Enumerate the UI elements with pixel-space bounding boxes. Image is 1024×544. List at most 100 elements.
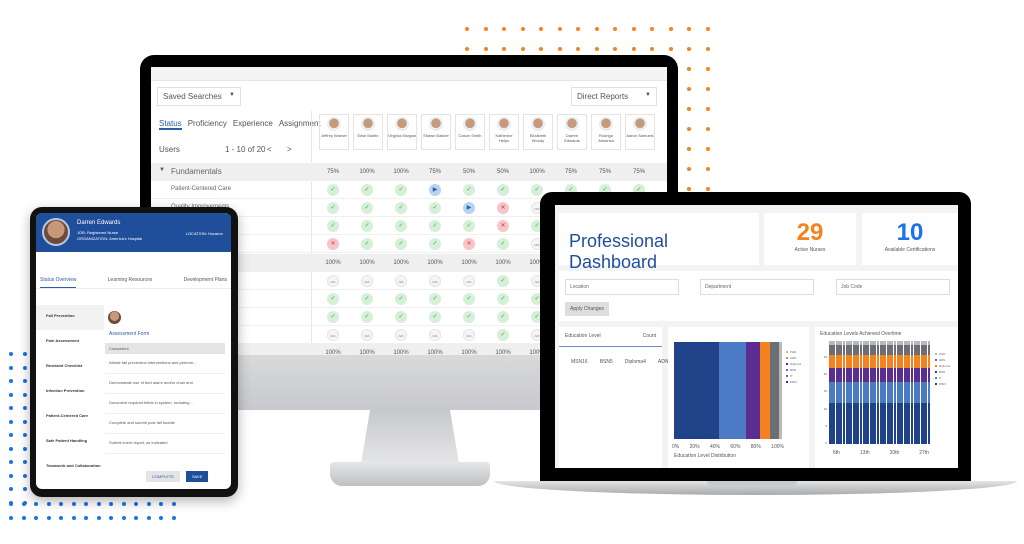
check-icon[interactable]: ✓	[361, 220, 373, 233]
x-icon[interactable]: ✕	[463, 238, 475, 251]
person-card[interactable]: Cason Smith	[455, 114, 485, 150]
tab-proficiency[interactable]: Proficiency	[188, 119, 227, 130]
person-card[interactable]: Virginia Morgan	[387, 114, 417, 150]
person-card[interactable]: Aaron Samuels	[625, 114, 655, 150]
expand-caret-icon[interactable]: ▼	[159, 167, 165, 173]
person-card[interactable]: Elise Martin	[353, 114, 383, 150]
percent-value[interactable]: 75%	[556, 166, 586, 178]
competency-item[interactable]: Safe Patient Handling	[36, 430, 104, 455]
check-icon[interactable]: ✓	[463, 220, 475, 233]
tab-status-overview[interactable]: Status Overview	[40, 273, 77, 288]
percent-value[interactable]: 100%	[488, 257, 518, 269]
check-icon[interactable]: ✓	[429, 238, 441, 251]
percent-value[interactable]: 50%	[488, 166, 518, 178]
percent-value[interactable]: 75%	[590, 166, 620, 178]
x-icon[interactable]: ✕	[327, 238, 339, 251]
check-icon[interactable]: ✓	[327, 184, 339, 197]
check-icon[interactable]: ✓	[395, 238, 407, 251]
assessment-item[interactable]: Submit event report, as indicated	[105, 434, 225, 454]
check-icon[interactable]: ✓	[395, 310, 407, 323]
assessment-item[interactable]: Initiate fall prevention interventions a…	[105, 354, 225, 374]
check-icon[interactable]: ✓	[327, 202, 339, 215]
percent-value[interactable]: 50%	[454, 166, 484, 178]
check-icon[interactable]: ✓	[395, 220, 407, 233]
check-icon[interactable]: ✓	[327, 220, 339, 233]
percent-value[interactable]: 100%	[352, 166, 382, 178]
na-badge[interactable]: N/A	[361, 274, 373, 287]
percent-value[interactable]: 100%	[386, 257, 416, 269]
check-icon[interactable]: ✓	[429, 220, 441, 233]
percent-value[interactable]: 100%	[454, 257, 484, 269]
na-badge[interactable]: N/A	[361, 328, 373, 341]
check-icon[interactable]: ✓	[361, 238, 373, 251]
x-icon[interactable]: ✕	[497, 202, 509, 215]
check-icon[interactable]: ✓	[497, 292, 509, 305]
check-icon[interactable]: ✓	[463, 310, 475, 323]
person-card[interactable]: Jeffrey Warner	[319, 114, 349, 150]
direct-reports-select[interactable]: Direct Reports ▼	[571, 87, 657, 106]
check-icon[interactable]: ✓	[463, 292, 475, 305]
percent-value[interactable]: 75%	[420, 166, 450, 178]
percent-value[interactable]: 100%	[420, 257, 450, 269]
department-input[interactable]: Department	[700, 279, 814, 295]
competency-item[interactable]: Fall Prevention	[36, 305, 104, 330]
competency-item[interactable]: Pain Assessment	[36, 330, 104, 355]
check-icon[interactable]: ✓	[327, 310, 339, 323]
na-badge[interactable]: N/A	[463, 274, 475, 287]
person-card[interactable]: Elizabeth Woody	[523, 114, 553, 150]
person-card[interactable]: Darren Edwards	[557, 114, 587, 150]
assessment-item[interactable]: Document required fields in system, incl…	[105, 394, 225, 414]
person-card[interactable]: Katherine Helps	[489, 114, 519, 150]
in-progress-icon[interactable]: ▶	[429, 184, 441, 197]
check-icon[interactable]: ✓	[327, 292, 339, 305]
na-badge[interactable]: N/A	[395, 328, 407, 341]
saved-searches-select[interactable]: Saved Searches ▼	[157, 87, 241, 106]
job-code-input[interactable]: Job Code	[836, 279, 950, 295]
save-button[interactable]: SAVE	[186, 471, 209, 482]
check-icon[interactable]: ✓	[429, 292, 441, 305]
location-input[interactable]: Location	[565, 279, 679, 295]
person-card[interactable]: Rodrigo Almanza	[591, 114, 621, 150]
competency-item[interactable]: Restraint Checklist	[36, 355, 104, 380]
check-icon[interactable]: ✓	[429, 310, 441, 323]
check-icon[interactable]: ✓	[361, 310, 373, 323]
check-icon[interactable]: ✓	[361, 202, 373, 215]
check-icon[interactable]: ✓	[361, 292, 373, 305]
check-icon[interactable]: ✓	[497, 184, 509, 197]
check-icon[interactable]: ✓	[497, 328, 509, 341]
next-page-button[interactable]: >	[287, 145, 292, 154]
assessment-item[interactable]: Complete and submit post fall huddle	[105, 414, 225, 434]
percent-value[interactable]: 100%	[318, 257, 348, 269]
na-badge[interactable]: N/A	[463, 328, 475, 341]
check-icon[interactable]: ✓	[497, 274, 509, 287]
check-icon[interactable]: ✓	[497, 310, 509, 323]
check-icon[interactable]: ✓	[531, 184, 543, 197]
person-card[interactable]: Shawn Bakker	[421, 114, 451, 150]
check-icon[interactable]: ✓	[395, 184, 407, 197]
tab-experience[interactable]: Experience	[233, 119, 273, 130]
tab-learning-resources[interactable]: Learning Resources	[108, 273, 153, 288]
competency-item[interactable]: Patient-Centered Care	[36, 405, 104, 430]
check-icon[interactable]: ✓	[361, 184, 373, 197]
check-icon[interactable]: ✓	[395, 202, 407, 215]
tab-development-plans[interactable]: Development Plans	[184, 273, 227, 288]
prev-page-button[interactable]: <	[267, 145, 272, 154]
competency-item[interactable]: Teamwork and Collaboration	[36, 455, 104, 480]
percent-value[interactable]: 100%	[352, 257, 382, 269]
na-badge[interactable]: N/A	[395, 274, 407, 287]
in-progress-icon[interactable]: ▶	[463, 202, 475, 215]
na-badge[interactable]: N/A	[429, 274, 441, 287]
tab-status[interactable]: Status	[159, 119, 182, 130]
check-icon[interactable]: ✓	[497, 238, 509, 251]
percent-value[interactable]: 100%	[522, 166, 552, 178]
apply-changes-button[interactable]: Apply Changes	[565, 302, 609, 316]
assessment-item[interactable]: Demonstrate use of bed alarm and/or chai…	[105, 374, 225, 394]
check-icon[interactable]: ✓	[395, 292, 407, 305]
tab-assignment[interactable]: Assignment	[279, 119, 321, 130]
na-badge[interactable]: N/A	[327, 328, 339, 341]
percent-value[interactable]: 75%	[318, 166, 348, 178]
x-icon[interactable]: ✕	[497, 220, 509, 233]
percent-value[interactable]: 100%	[386, 166, 416, 178]
na-badge[interactable]: N/A	[327, 274, 339, 287]
percent-value[interactable]: 75%	[624, 166, 654, 178]
